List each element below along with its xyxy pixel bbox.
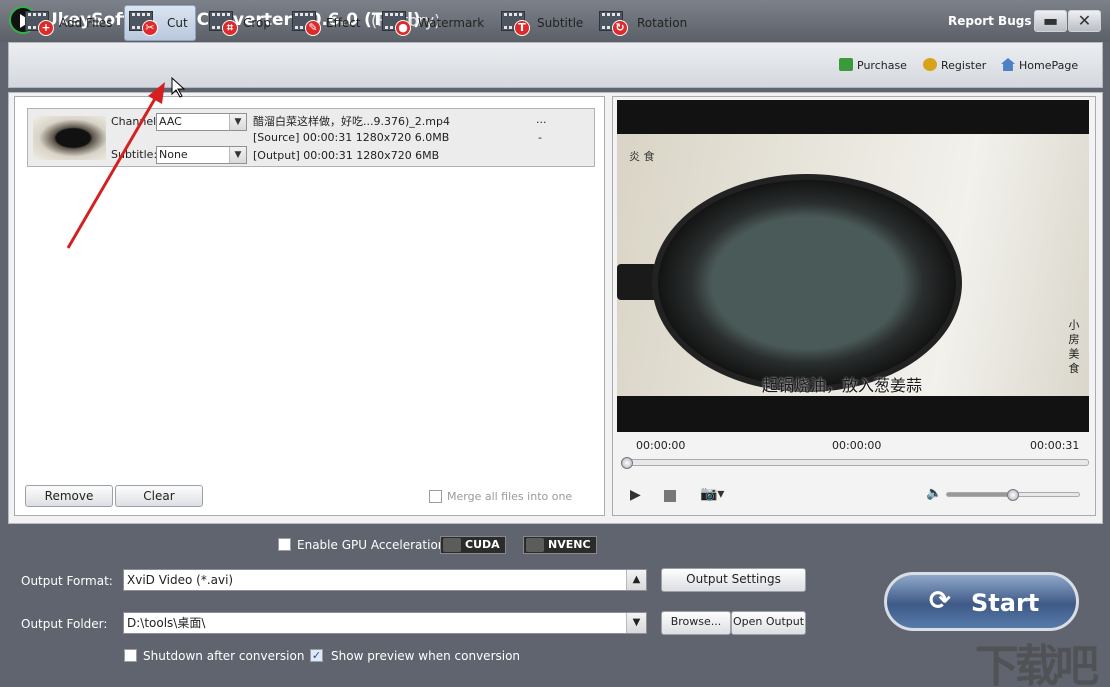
seek-handle[interactable] <box>621 457 633 469</box>
pan-handle <box>617 264 657 300</box>
file-name: 醋溜白菜这样做，好吃...9.376)_2.mp4 <box>253 115 450 128</box>
output-folder-input[interactable]: D:\tools\桌面\ ▼ <box>123 612 647 634</box>
purchase-label: Purchase <box>857 59 907 72</box>
subtitle-select[interactable]: None ▼ <box>156 146 247 164</box>
add-icon: + <box>25 11 55 36</box>
time-current: 00:00:00 <box>832 439 882 452</box>
merge-checkbox[interactable] <box>429 490 442 503</box>
gpu-checkbox[interactable] <box>278 538 291 551</box>
volume-icon[interactable]: 🔈 <box>926 486 942 501</box>
crop-button[interactable]: ⌗ Crop <box>204 5 280 41</box>
output-folder-label: Output Folder: <box>21 617 108 631</box>
chevron-down-icon: ▼ <box>229 147 246 163</box>
stop-icon[interactable] <box>664 490 676 502</box>
shutdown-checkbox[interactable] <box>124 649 137 662</box>
subtitle-button[interactable]: T Subtitle <box>496 5 588 41</box>
output-format-select[interactable]: XviD Video (*.avi) ▲ <box>123 569 647 591</box>
nvenc-badge: NVENC <box>523 536 597 554</box>
channel-label: Channel: <box>111 115 160 128</box>
chevron-down-icon: ▼ <box>626 613 646 633</box>
cut-label: Cut <box>167 16 188 30</box>
subtitle-value: None <box>159 148 188 161</box>
video-logo-side: 小 房 美 食 <box>1067 319 1080 374</box>
output-format-value: XviD Video (*.avi) <box>127 573 234 587</box>
report-bugs-link[interactable]: Report Bugs <box>948 14 1031 28</box>
add-files-label: Add Files <box>59 16 113 30</box>
show-preview-label: Show preview when conversion <box>331 649 521 663</box>
channel-value: AAC <box>159 115 182 128</box>
register-link[interactable]: Register <box>923 58 986 72</box>
volume-handle[interactable] <box>1007 489 1019 501</box>
add-files-button[interactable]: + Add Files <box>20 5 118 41</box>
status-dash: - <box>538 131 542 144</box>
nvidia-icon <box>443 538 461 552</box>
rotate-icon: ↻ <box>599 11 629 36</box>
convert-icon: ⟳ <box>929 586 951 616</box>
channel-select[interactable]: AAC ▼ <box>156 113 247 131</box>
scissors-icon: ✂ <box>129 11 159 36</box>
award-icon <box>923 58 937 71</box>
pan-image <box>652 174 962 392</box>
crop-icon: ⌗ <box>209 11 239 36</box>
video-thumbnail <box>33 116 106 160</box>
close-button[interactable]: ✕ <box>1068 10 1101 32</box>
clear-button[interactable]: Clear <box>115 485 203 507</box>
more-options-button[interactable]: ... <box>536 113 547 126</box>
camera-icon[interactable]: 📷▾ <box>700 486 724 502</box>
cut-button[interactable]: ✂ Cut <box>124 5 196 41</box>
text-icon: T <box>501 11 531 36</box>
output-format-label: Output Format: <box>21 574 113 588</box>
show-preview-checkbox[interactable]: ✓ <box>310 649 323 662</box>
start-label: Start <box>971 589 1040 617</box>
cuda-badge: CUDA <box>440 536 506 554</box>
browse-button[interactable]: Browse... <box>661 611 731 635</box>
remove-button[interactable]: Remove <box>25 485 113 507</box>
watermark-button[interactable]: ● Watermark <box>377 5 487 41</box>
rotation-button[interactable]: ↻ Rotation <box>594 5 694 41</box>
output-settings-button[interactable]: Output Settings <box>661 568 806 592</box>
source-info: [Source] 00:00:31 1280x720 6.0MB <box>253 131 450 144</box>
video-logo-top: 炎 食 <box>629 150 655 163</box>
shutdown-label: Shutdown after conversion <box>143 649 305 663</box>
time-end: 00:00:31 <box>1030 439 1080 452</box>
subtitle-label-text: Subtitle: <box>111 148 158 161</box>
register-label: Register <box>941 59 987 72</box>
droplet-icon: ● <box>382 11 412 36</box>
chevron-down-icon: ▼ <box>229 114 246 130</box>
rotation-label: Rotation <box>637 16 688 30</box>
homepage-label: HomePage <box>1019 59 1079 72</box>
minimize-button[interactable]: ▬ <box>1034 10 1067 32</box>
chevron-up-icon: ▲ <box>626 570 646 590</box>
play-icon[interactable]: ▶ <box>630 487 641 503</box>
watermark-label: Watermark <box>418 16 485 30</box>
time-start: 00:00:00 <box>636 439 686 452</box>
crop-label: Crop <box>243 16 272 30</box>
site-watermark: 下载吧 <box>975 641 1099 687</box>
subtitle-label: Subtitle <box>537 16 584 30</box>
home-icon <box>1001 58 1015 71</box>
gpu-label: Enable GPU Acceleration <box>297 538 446 552</box>
output-info: [Output] 00:00:31 1280x720 6MB <box>253 149 440 162</box>
video-caption: 起锅烧油，放入葱姜蒜 <box>762 376 923 395</box>
magic-wand-icon: ✎ <box>292 11 322 36</box>
merge-label: Merge all files into one <box>447 490 573 503</box>
video-player[interactable]: 炎 食 小 房 美 食 起锅烧油，放入葱姜蒜 <box>617 100 1089 432</box>
homepage-link[interactable]: HomePage <box>1001 58 1078 72</box>
effect-label: Effect <box>326 16 361 30</box>
seek-bar[interactable] <box>621 459 1089 466</box>
start-button[interactable]: ⟳ Start <box>884 572 1079 631</box>
open-output-button[interactable]: Open Output <box>731 611 806 635</box>
effect-button[interactable]: ✎ Effect <box>287 5 369 41</box>
output-folder-value: D:\tools\桌面\ <box>127 616 206 630</box>
video-frame: 炎 食 小 房 美 食 起锅烧油，放入葱姜蒜 <box>617 134 1089 396</box>
nvidia-icon <box>526 538 544 552</box>
purchase-link[interactable]: Purchase <box>839 58 907 72</box>
cart-icon <box>839 58 853 71</box>
